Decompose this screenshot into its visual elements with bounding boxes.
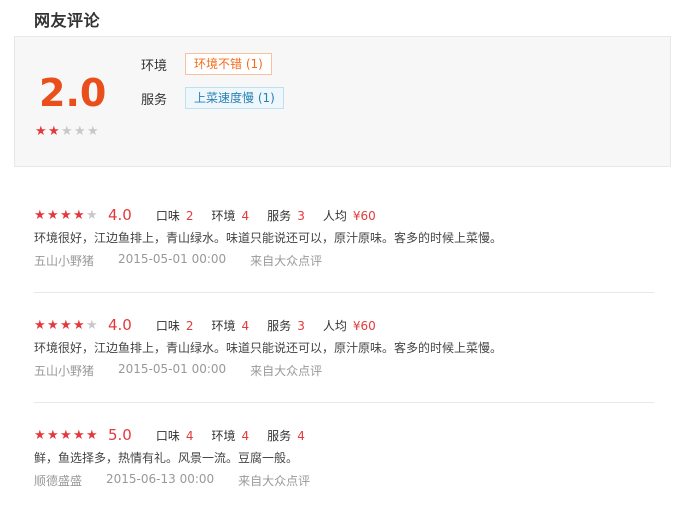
star-icon: ★ bbox=[74, 124, 86, 139]
environment-score: 环境 4 bbox=[212, 207, 250, 224]
divider bbox=[34, 402, 654, 403]
taste-score: 口味 2 bbox=[156, 317, 194, 334]
divider bbox=[34, 292, 654, 293]
tag-label-environment: 环境 bbox=[141, 58, 168, 74]
environment-score: 环境 4 bbox=[212, 317, 250, 334]
review-rating: 4.0 bbox=[108, 316, 132, 334]
star-icon: ★ bbox=[60, 317, 72, 333]
review-item: ★ ★ ★ ★ ★ 4.0 口味 2 环境 4 服务 3 人均 ¥60 环境很好，江边鱼排上，青… bbox=[34, 316, 654, 379]
service-score: 服务 3 bbox=[267, 207, 305, 224]
taste-value: 2 bbox=[185, 208, 194, 223]
environment-value: 4 bbox=[241, 208, 250, 223]
service-score: 服务 4 bbox=[267, 427, 305, 444]
review-source: 来自大众点评 bbox=[250, 254, 323, 268]
review-text: 环境很好，江边鱼排上，青山绿水。味道只能说还可以，原汁原味。客多的时候上菜慢。 bbox=[34, 341, 503, 355]
environment-value: 4 bbox=[241, 318, 250, 333]
star-icon: ★ bbox=[86, 317, 98, 333]
taste-label: 口味 bbox=[155, 318, 180, 333]
service-label: 服务 bbox=[267, 428, 292, 443]
review-date: 2015-06-13 00:00 bbox=[106, 472, 215, 486]
rating-summary: 2.0 ★ ★ ★ ★ ★ 环境 环境不错 (1) 服务 上菜速度慢 (1) bbox=[14, 36, 671, 167]
tag-row-environment: 环境 环境不错 (1) bbox=[141, 53, 272, 75]
price-label: 人均 bbox=[322, 208, 347, 223]
review-rating: 5.0 bbox=[108, 426, 132, 444]
taste-label: 口味 bbox=[155, 428, 180, 443]
service-value: 3 bbox=[297, 208, 305, 223]
tag-label-service: 服务 bbox=[141, 92, 168, 108]
taste-score: 口味 4 bbox=[156, 427, 194, 444]
star-icon: ★ bbox=[35, 124, 47, 139]
service-score: 服务 3 bbox=[267, 317, 305, 334]
tag-row-service: 服务 上菜速度慢 (1) bbox=[141, 87, 284, 109]
star-icon: ★ bbox=[47, 317, 59, 333]
review-text: 环境很好，江边鱼排上，青山绿水。味道只能说还可以，原汁原味。客多的时候上菜慢。 bbox=[34, 231, 503, 245]
star-icon: ★ bbox=[47, 207, 59, 223]
environment-label: 环境 bbox=[211, 318, 236, 333]
price-label: 人均 bbox=[322, 318, 347, 333]
review-user[interactable]: 顺德盛盛 bbox=[34, 472, 82, 489]
star-icon: ★ bbox=[73, 317, 85, 333]
review-date: 2015-05-01 00:00 bbox=[118, 362, 227, 376]
environment-label: 环境 bbox=[211, 428, 236, 443]
price-value: ¥60 bbox=[352, 208, 376, 223]
tag-service[interactable]: 上菜速度慢 (1) bbox=[185, 87, 284, 109]
star-icon: ★ bbox=[60, 427, 72, 443]
review-source: 来自大众点评 bbox=[238, 474, 311, 488]
star-icon: ★ bbox=[73, 207, 85, 223]
review-item: ★ ★ ★ ★ ★ 5.0 口味 4 环境 4 服务 4 鲜，鱼选择多，热情有礼。风景一流。豆… bbox=[34, 426, 654, 489]
review-date: 2015-05-01 00:00 bbox=[118, 252, 227, 266]
service-label: 服务 bbox=[267, 318, 292, 333]
star-icon: ★ bbox=[87, 124, 99, 139]
service-value: 4 bbox=[297, 428, 305, 443]
overall-score: 2.0 bbox=[39, 71, 107, 115]
star-icon: ★ bbox=[60, 207, 72, 223]
star-icon: ★ bbox=[34, 427, 46, 443]
section-title: 网友评论 bbox=[34, 11, 101, 30]
star-icon: ★ bbox=[47, 427, 59, 443]
star-icon: ★ bbox=[34, 317, 46, 333]
service-value: 3 bbox=[297, 318, 305, 333]
review-text: 鲜，鱼选择多，热情有礼。风景一流。豆腐一般。 bbox=[34, 451, 299, 465]
star-icon: ★ bbox=[61, 124, 73, 139]
review-user[interactable]: 五山小野猪 bbox=[34, 252, 94, 269]
environment-score: 环境 4 bbox=[212, 427, 250, 444]
star-icon: ★ bbox=[86, 207, 98, 223]
review-stars: ★ ★ ★ ★ ★ bbox=[34, 209, 99, 222]
star-icon: ★ bbox=[48, 124, 60, 139]
star-icon: ★ bbox=[86, 427, 98, 443]
review-stars: ★ ★ ★ ★ ★ bbox=[34, 429, 99, 442]
star-icon: ★ bbox=[73, 427, 85, 443]
environment-label: 环境 bbox=[211, 208, 236, 223]
taste-label: 口味 bbox=[155, 208, 180, 223]
review-source: 来自大众点评 bbox=[250, 364, 323, 378]
taste-score: 口味 2 bbox=[156, 207, 194, 224]
price-per-person: 人均 ¥60 bbox=[323, 207, 376, 224]
review-rating: 4.0 bbox=[108, 206, 132, 224]
review-item: ★ ★ ★ ★ ★ 4.0 口味 2 环境 4 服务 3 人均 ¥60 环境很好，江边鱼排上，青… bbox=[34, 206, 654, 269]
service-label: 服务 bbox=[267, 208, 292, 223]
taste-value: 2 bbox=[185, 318, 194, 333]
tag-environment[interactable]: 环境不错 (1) bbox=[185, 53, 272, 75]
price-value: ¥60 bbox=[352, 318, 376, 333]
overall-stars: ★ ★ ★ ★ ★ bbox=[35, 125, 100, 138]
star-icon: ★ bbox=[34, 207, 46, 223]
environment-value: 4 bbox=[241, 428, 250, 443]
review-stars: ★ ★ ★ ★ ★ bbox=[34, 319, 99, 332]
price-per-person: 人均 ¥60 bbox=[323, 317, 376, 334]
taste-value: 4 bbox=[185, 428, 194, 443]
review-user[interactable]: 五山小野猪 bbox=[34, 362, 94, 379]
